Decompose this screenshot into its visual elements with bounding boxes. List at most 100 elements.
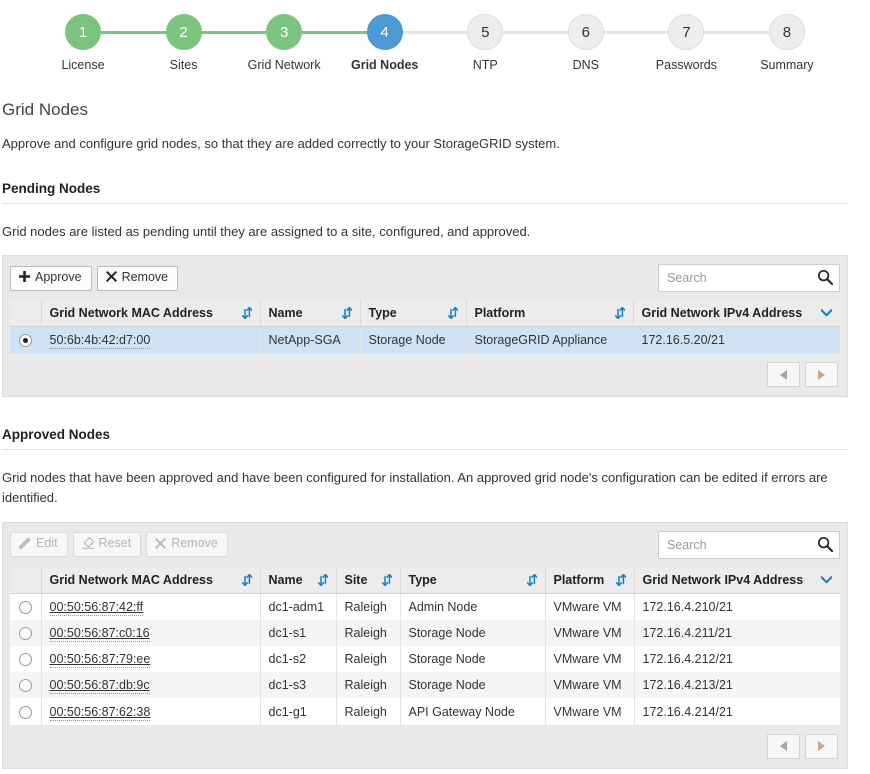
wizard-step-passwords[interactable]: 7 Passwords [643, 14, 729, 72]
sort-both-icon[interactable] [447, 306, 459, 320]
wizard-track: 1 License 2 Sites 3 Grid Network 4 Grid Nodes 5 N… [0, 0, 870, 72]
chevron-down-icon[interactable] [820, 306, 833, 320]
approved-row-select-cell[interactable] [10, 672, 42, 699]
approved-row-select-cell[interactable] [10, 646, 42, 673]
pending-nodes-table: Grid Network MAC Address Name Type Platform… [10, 300, 840, 354]
pending-nodes-panel: Approve Remove Search Grid Network MAC A… [2, 255, 848, 398]
approved-column-header[interactable]: Grid Network IPv4 Address [634, 566, 840, 594]
row-radio-button[interactable] [18, 679, 32, 693]
sort-both-icon[interactable] [526, 573, 538, 586]
pending-row-select-cell[interactable] [10, 326, 42, 354]
reset-button[interactable]: Reset [72, 532, 142, 558]
pending-column-header[interactable]: Platform [466, 300, 634, 328]
column-header-label: Platform [553, 572, 605, 587]
plus-icon [19, 271, 30, 284]
cell-ipv4: 172.16.4.211/21 [634, 619, 840, 647]
cell-platform: VMware VM [545, 672, 635, 699]
table-row[interactable]: 50:6b:4b:42:d7:00 NetApp-SGA Storage Node S… [10, 326, 840, 354]
triangle-right-icon [818, 369, 825, 380]
approved-search-input[interactable] [658, 530, 840, 559]
cell-platform: VMware VM [545, 646, 635, 673]
pending-pager-next[interactable] [805, 362, 838, 388]
wizard-step-number: 6 [567, 14, 604, 50]
table-row[interactable]: 00:50:56:87:42:ff dc1-adm1 Raleigh Admin No… [10, 593, 840, 620]
mac-address-value[interactable]: 00:50:56:87:79:ee [49, 652, 151, 669]
wizard-step-grid-network[interactable]: 3 Grid Network [241, 14, 327, 72]
row-radio-button[interactable] [18, 600, 32, 614]
wizard-step-license[interactable]: 1 License [40, 14, 126, 72]
row-radio-button[interactable] [18, 334, 32, 348]
wizard-step-dns[interactable]: 6 DNS [543, 14, 629, 72]
reset-button-label: Reset [98, 536, 132, 551]
table-row[interactable]: 00:50:56:87:c0:16 dc1-s1 Raleigh Storage No… [10, 619, 840, 647]
pending-table-header-row: Grid Network MAC Address Name Type Platform… [10, 300, 840, 328]
pencil-icon [19, 537, 31, 551]
remove-approved-button[interactable]: Remove [146, 532, 228, 558]
approved-column-header[interactable]: Name [260, 566, 337, 594]
cell-name: dc1-s1 [260, 619, 337, 647]
wizard-step-label: Grid Nodes [351, 58, 419, 72]
wizard-step-summary[interactable]: 8 Summary [744, 14, 830, 72]
pending-column-header[interactable]: Name [260, 300, 361, 328]
column-header-label: Type [408, 572, 437, 587]
table-row[interactable]: 00:50:56:87:db:9c dc1-s3 Raleigh Storage No… [10, 672, 840, 699]
sort-both-icon[interactable] [317, 573, 329, 586]
cell-type: API Gateway Node [400, 698, 546, 725]
pending-table-body: 50:6b:4b:42:d7:00 NetApp-SGA Storage Node S… [10, 326, 840, 354]
wizard-step-ntp[interactable]: 5 NTP [442, 14, 528, 72]
sort-both-icon[interactable] [615, 573, 627, 586]
mac-address-value[interactable]: 00:50:56:87:42:ff [49, 599, 144, 616]
pending-search-input[interactable] [658, 264, 840, 293]
approved-table-body: 00:50:56:87:42:ff dc1-adm1 Raleigh Admin No… [10, 593, 840, 725]
page-content: Grid Nodes Approve and configure grid no… [0, 100, 870, 769]
pending-column-header[interactable]: Grid Network IPv4 Address [633, 300, 840, 328]
sort-both-icon[interactable] [341, 306, 353, 320]
mac-address-value[interactable]: 00:50:56:87:db:9c [49, 678, 150, 695]
approved-row-select-cell[interactable] [10, 698, 42, 725]
approved-column-header[interactable]: Grid Network MAC Address [41, 566, 261, 594]
edit-button[interactable]: Edit [10, 532, 68, 558]
pending-column-header[interactable]: Type [360, 300, 467, 328]
sort-both-icon[interactable] [241, 573, 253, 586]
mac-address-value[interactable]: 00:50:56:87:c0:16 [49, 625, 150, 642]
approved-column-header[interactable]: Site [336, 566, 401, 594]
wizard-step-number: 2 [165, 14, 202, 50]
approved-pager-prev[interactable] [767, 733, 800, 759]
approved-column-header[interactable]: Type [400, 566, 546, 594]
row-radio-button[interactable] [18, 653, 32, 667]
pending-pager-prev[interactable] [767, 362, 800, 388]
wizard-step-label: Grid Network [247, 58, 321, 72]
approved-button-group: Edit Reset Remove [10, 532, 228, 558]
sort-both-icon[interactable] [241, 306, 253, 320]
column-header-label: Name [268, 572, 303, 587]
approve-button[interactable]: Approve [10, 265, 92, 291]
cell-mac: 00:50:56:87:62:38 [41, 698, 261, 725]
chevron-down-icon[interactable] [820, 573, 833, 587]
table-row[interactable]: 00:50:56:87:79:ee dc1-s2 Raleigh Storage No… [10, 646, 840, 673]
cell-site: Raleigh [336, 672, 401, 699]
mac-address-value[interactable]: 00:50:56:87:62:38 [49, 704, 151, 721]
wizard-step-grid-nodes[interactable]: 4 Grid Nodes [342, 14, 428, 72]
pending-column-header[interactable]: Grid Network MAC Address [41, 300, 261, 328]
column-header-label: Name [268, 306, 303, 321]
approved-column-header[interactable]: Platform [545, 566, 635, 594]
cell-mac: 00:50:56:87:79:ee [41, 646, 261, 673]
sort-both-icon[interactable] [381, 573, 393, 586]
approved-pager-next[interactable] [805, 733, 838, 759]
wizard-step-number: 8 [768, 14, 805, 50]
approved-row-select-cell[interactable] [10, 619, 42, 647]
approved-pager [10, 724, 840, 761]
cell-site: Raleigh [336, 698, 401, 725]
approved-search-wrap [658, 530, 840, 559]
sort-both-icon[interactable] [614, 306, 626, 320]
wizard-step-sites[interactable]: 2 Sites [141, 14, 227, 72]
table-row[interactable]: 00:50:56:87:62:38 dc1-g1 Raleigh API Gatewa… [10, 698, 840, 725]
remove-pending-button[interactable]: Remove [96, 265, 179, 291]
row-radio-button[interactable] [18, 627, 32, 641]
x-icon [105, 271, 117, 284]
row-radio-button[interactable] [18, 705, 32, 719]
cell-mac: 00:50:56:87:42:ff [41, 593, 261, 620]
cell-name: dc1-s3 [260, 672, 337, 699]
x-icon [155, 537, 167, 551]
approved-row-select-cell[interactable] [10, 593, 42, 620]
